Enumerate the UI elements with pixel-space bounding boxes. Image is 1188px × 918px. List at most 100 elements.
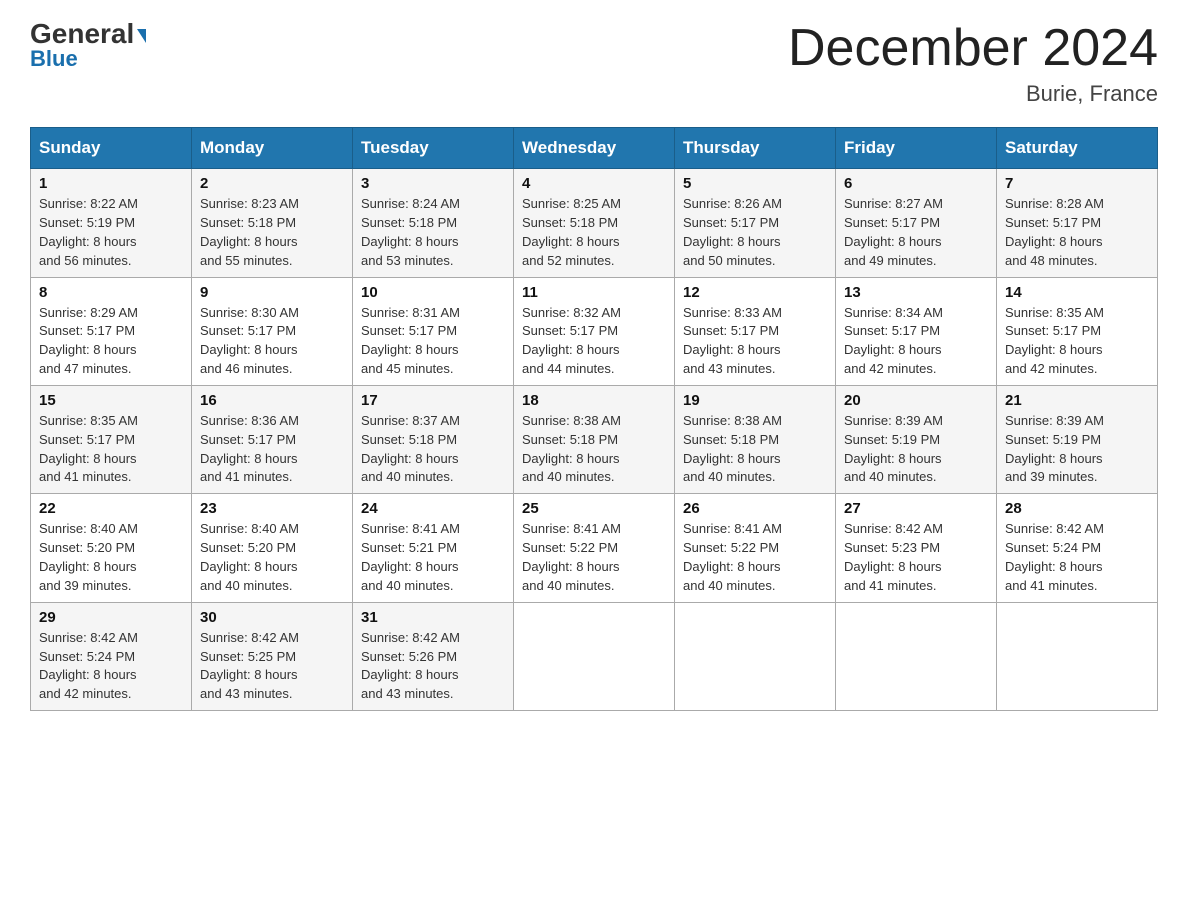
table-row	[675, 602, 836, 710]
day-number: 18	[522, 392, 666, 409]
day-number: 5	[683, 175, 827, 192]
table-row: 18 Sunrise: 8:38 AMSunset: 5:18 PMDayligh…	[514, 385, 675, 493]
logo-blue-text: Blue	[30, 46, 78, 72]
title-block: December 2024 Burie, France	[788, 20, 1158, 107]
table-row: 3 Sunrise: 8:24 AMSunset: 5:18 PMDaylight…	[353, 169, 514, 277]
cell-info: Sunrise: 8:40 AMSunset: 5:20 PMDaylight:…	[39, 520, 183, 595]
table-row: 24 Sunrise: 8:41 AMSunset: 5:21 PMDayligh…	[353, 494, 514, 602]
day-number: 24	[361, 500, 505, 517]
cell-info: Sunrise: 8:22 AMSunset: 5:19 PMDaylight:…	[39, 195, 183, 270]
logo: General Blue	[30, 20, 146, 72]
day-number: 11	[522, 284, 666, 301]
day-number: 22	[39, 500, 183, 517]
cell-info: Sunrise: 8:30 AMSunset: 5:17 PMDaylight:…	[200, 304, 344, 379]
col-friday: Friday	[836, 128, 997, 169]
table-row: 20 Sunrise: 8:39 AMSunset: 5:19 PMDayligh…	[836, 385, 997, 493]
day-number: 23	[200, 500, 344, 517]
day-number: 30	[200, 609, 344, 626]
table-row: 1Sunrise: 8:22 AMSunset: 5:19 PMDaylight…	[31, 169, 192, 277]
cell-info: Sunrise: 8:24 AMSunset: 5:18 PMDaylight:…	[361, 195, 505, 270]
day-number: 8	[39, 284, 183, 301]
cell-info: Sunrise: 8:42 AMSunset: 5:26 PMDaylight:…	[361, 629, 505, 704]
calendar-week-row: 29 Sunrise: 8:42 AMSunset: 5:24 PMDayligh…	[31, 602, 1158, 710]
cell-info: Sunrise: 8:39 AMSunset: 5:19 PMDaylight:…	[844, 412, 988, 487]
table-row: 21 Sunrise: 8:39 AMSunset: 5:19 PMDayligh…	[997, 385, 1158, 493]
day-number: 2	[200, 175, 344, 192]
location: Burie, France	[788, 81, 1158, 107]
table-row: 10Sunrise: 8:31 AMSunset: 5:17 PMDayligh…	[353, 277, 514, 385]
cell-info: Sunrise: 8:34 AMSunset: 5:17 PMDaylight:…	[844, 304, 988, 379]
table-row: 12Sunrise: 8:33 AMSunset: 5:17 PMDayligh…	[675, 277, 836, 385]
day-number: 12	[683, 284, 827, 301]
calendar-table: Sunday Monday Tuesday Wednesday Thursday…	[30, 127, 1158, 711]
table-row: 29 Sunrise: 8:42 AMSunset: 5:24 PMDayligh…	[31, 602, 192, 710]
table-row: 19Sunrise: 8:38 AMSunset: 5:18 PMDayligh…	[675, 385, 836, 493]
cell-info: Sunrise: 8:35 AMSunset: 5:17 PMDaylight:…	[1005, 304, 1149, 379]
day-number: 19	[683, 392, 827, 409]
table-row: 27 Sunrise: 8:42 AMSunset: 5:23 PMDayligh…	[836, 494, 997, 602]
col-wednesday: Wednesday	[514, 128, 675, 169]
day-number: 27	[844, 500, 988, 517]
table-row: 14 Sunrise: 8:35 AMSunset: 5:17 PMDayligh…	[997, 277, 1158, 385]
table-row: 11 Sunrise: 8:32 AMSunset: 5:17 PMDayligh…	[514, 277, 675, 385]
day-number: 3	[361, 175, 505, 192]
cell-info: Sunrise: 8:29 AMSunset: 5:17 PMDaylight:…	[39, 304, 183, 379]
cell-info: Sunrise: 8:36 AMSunset: 5:17 PMDaylight:…	[200, 412, 344, 487]
cell-info: Sunrise: 8:32 AMSunset: 5:17 PMDaylight:…	[522, 304, 666, 379]
col-tuesday: Tuesday	[353, 128, 514, 169]
day-number: 31	[361, 609, 505, 626]
day-number: 20	[844, 392, 988, 409]
cell-info: Sunrise: 8:27 AMSunset: 5:17 PMDaylight:…	[844, 195, 988, 270]
cell-info: Sunrise: 8:38 AMSunset: 5:18 PMDaylight:…	[522, 412, 666, 487]
table-row: 31 Sunrise: 8:42 AMSunset: 5:26 PMDayligh…	[353, 602, 514, 710]
cell-info: Sunrise: 8:42 AMSunset: 5:24 PMDaylight:…	[1005, 520, 1149, 595]
table-row: 22 Sunrise: 8:40 AMSunset: 5:20 PMDayligh…	[31, 494, 192, 602]
day-number: 14	[1005, 284, 1149, 301]
calendar-week-row: 8 Sunrise: 8:29 AMSunset: 5:17 PMDaylight…	[31, 277, 1158, 385]
cell-info: Sunrise: 8:28 AMSunset: 5:17 PMDaylight:…	[1005, 195, 1149, 270]
table-row: 5Sunrise: 8:26 AMSunset: 5:17 PMDaylight…	[675, 169, 836, 277]
day-number: 9	[200, 284, 344, 301]
cell-info: Sunrise: 8:23 AMSunset: 5:18 PMDaylight:…	[200, 195, 344, 270]
calendar-week-row: 15Sunrise: 8:35 AMSunset: 5:17 PMDayligh…	[31, 385, 1158, 493]
day-number: 17	[361, 392, 505, 409]
table-row: 7 Sunrise: 8:28 AMSunset: 5:17 PMDaylight…	[997, 169, 1158, 277]
col-sunday: Sunday	[31, 128, 192, 169]
col-monday: Monday	[192, 128, 353, 169]
cell-info: Sunrise: 8:31 AMSunset: 5:17 PMDaylight:…	[361, 304, 505, 379]
cell-info: Sunrise: 8:42 AMSunset: 5:24 PMDaylight:…	[39, 629, 183, 704]
table-row	[514, 602, 675, 710]
day-number: 29	[39, 609, 183, 626]
cell-info: Sunrise: 8:41 AMSunset: 5:22 PMDaylight:…	[683, 520, 827, 595]
calendar-header-row: Sunday Monday Tuesday Wednesday Thursday…	[31, 128, 1158, 169]
table-row: 2 Sunrise: 8:23 AMSunset: 5:18 PMDaylight…	[192, 169, 353, 277]
table-row: 8 Sunrise: 8:29 AMSunset: 5:17 PMDaylight…	[31, 277, 192, 385]
table-row: 25Sunrise: 8:41 AMSunset: 5:22 PMDayligh…	[514, 494, 675, 602]
table-row: 28 Sunrise: 8:42 AMSunset: 5:24 PMDayligh…	[997, 494, 1158, 602]
table-row: 30Sunrise: 8:42 AMSunset: 5:25 PMDayligh…	[192, 602, 353, 710]
calendar-week-row: 22 Sunrise: 8:40 AMSunset: 5:20 PMDayligh…	[31, 494, 1158, 602]
table-row: 23 Sunrise: 8:40 AMSunset: 5:20 PMDayligh…	[192, 494, 353, 602]
cell-info: Sunrise: 8:39 AMSunset: 5:19 PMDaylight:…	[1005, 412, 1149, 487]
day-number: 21	[1005, 392, 1149, 409]
day-number: 4	[522, 175, 666, 192]
month-title: December 2024	[788, 20, 1158, 77]
table-row: 17Sunrise: 8:37 AMSunset: 5:18 PMDayligh…	[353, 385, 514, 493]
day-number: 26	[683, 500, 827, 517]
cell-info: Sunrise: 8:41 AMSunset: 5:21 PMDaylight:…	[361, 520, 505, 595]
day-number: 7	[1005, 175, 1149, 192]
page-header: General Blue December 2024 Burie, France	[30, 20, 1158, 107]
table-row: 16Sunrise: 8:36 AMSunset: 5:17 PMDayligh…	[192, 385, 353, 493]
day-number: 15	[39, 392, 183, 409]
cell-info: Sunrise: 8:42 AMSunset: 5:23 PMDaylight:…	[844, 520, 988, 595]
table-row: 6 Sunrise: 8:27 AMSunset: 5:17 PMDaylight…	[836, 169, 997, 277]
table-row: 9 Sunrise: 8:30 AMSunset: 5:17 PMDaylight…	[192, 277, 353, 385]
table-row: 15Sunrise: 8:35 AMSunset: 5:17 PMDayligh…	[31, 385, 192, 493]
table-row: 13Sunrise: 8:34 AMSunset: 5:17 PMDayligh…	[836, 277, 997, 385]
table-row	[836, 602, 997, 710]
day-number: 28	[1005, 500, 1149, 517]
cell-info: Sunrise: 8:40 AMSunset: 5:20 PMDaylight:…	[200, 520, 344, 595]
day-number: 6	[844, 175, 988, 192]
table-row	[997, 602, 1158, 710]
table-row: 26 Sunrise: 8:41 AMSunset: 5:22 PMDayligh…	[675, 494, 836, 602]
